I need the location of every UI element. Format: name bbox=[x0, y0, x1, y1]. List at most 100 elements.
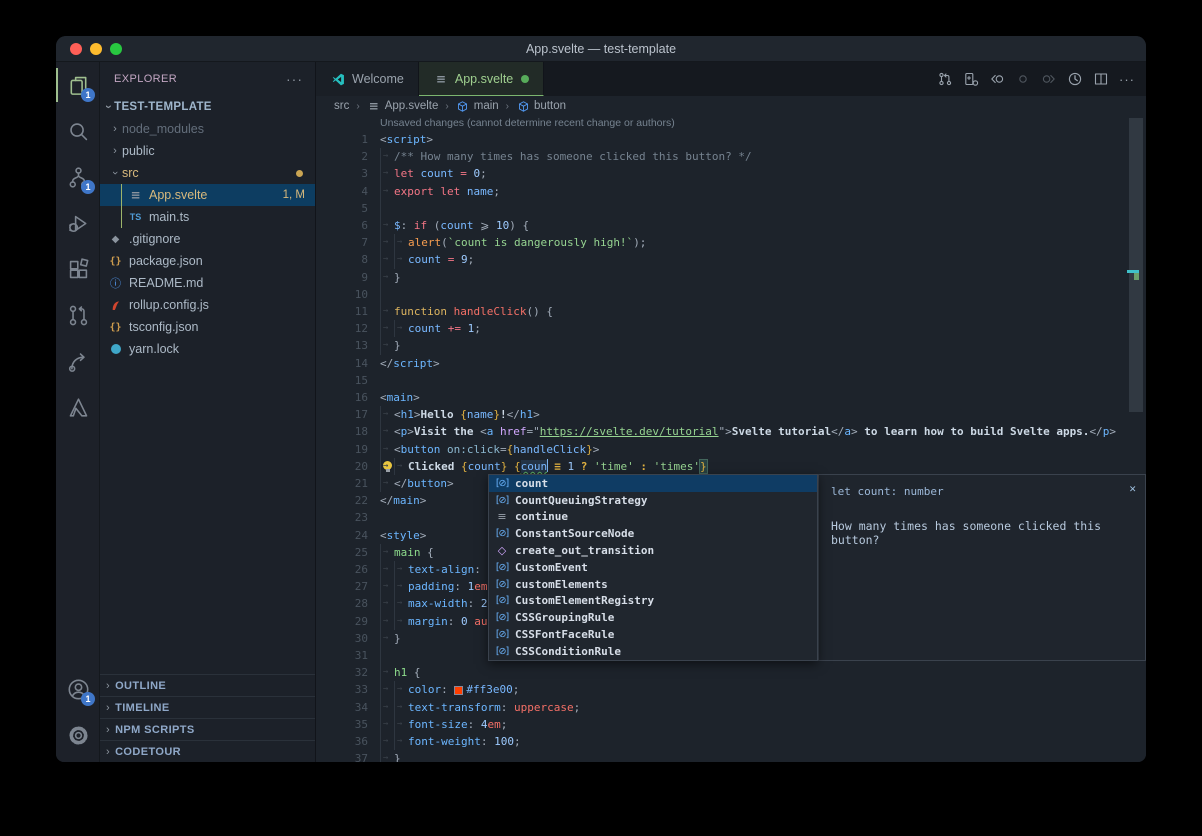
editor-scrollbar[interactable] bbox=[1125, 116, 1146, 762]
tab-welcome[interactable]: Welcome bbox=[316, 62, 419, 96]
code-line-11[interactable]: 11→function handleClick() { bbox=[316, 303, 1146, 320]
suggestion-customevent[interactable]: [⊘]CustomEvent bbox=[489, 559, 817, 576]
tree-item-tsconfig-json[interactable]: {}tsconfig.json bbox=[100, 316, 315, 338]
code-line-1[interactable]: 1<script> bbox=[316, 131, 1146, 148]
code-line-18[interactable]: 18→<p>Visit the <a href="https://svelte.… bbox=[316, 423, 1146, 440]
code-line-33[interactable]: 33→→color: #ff3e00; bbox=[316, 681, 1146, 698]
close-icon[interactable]: ✕ bbox=[1129, 482, 1136, 495]
breadcrumb-button[interactable]: button bbox=[516, 99, 566, 113]
source-control-graph-button[interactable] bbox=[932, 66, 958, 92]
code-line-2[interactable]: 2→/** How many times has someone clicked… bbox=[316, 148, 1146, 165]
code-line-8[interactable]: 8→→count = 9; bbox=[316, 251, 1146, 268]
explorer-more-actions[interactable]: ··· bbox=[286, 62, 303, 96]
more-actions-button[interactable]: ··· bbox=[1114, 66, 1140, 92]
line-number: 22 bbox=[316, 492, 368, 509]
code-line-14[interactable]: 14</script> bbox=[316, 355, 1146, 372]
vscode-window: App.svelte — test-template 11 1 EXPLORER… bbox=[56, 36, 1146, 762]
code-line-4[interactable]: 4→export let name; bbox=[316, 183, 1146, 200]
section-outline[interactable]: ›OUTLINE bbox=[100, 674, 315, 696]
indent-guide: → bbox=[380, 423, 394, 440]
code-line-7[interactable]: 7→→alert(`count is dangerously high!`); bbox=[316, 234, 1146, 251]
tree-item-yarn-lock[interactable]: yarn.lock bbox=[100, 338, 315, 360]
code-line-6[interactable]: 6→$: if (count ⩾ 10) { bbox=[316, 217, 1146, 234]
code-token: ( bbox=[441, 236, 448, 249]
section-codetour[interactable]: ›CODETOUR bbox=[100, 740, 315, 762]
code-line-9[interactable]: 9→} bbox=[316, 269, 1146, 286]
activity-search[interactable] bbox=[56, 108, 100, 154]
code-line-37[interactable]: 37→} bbox=[316, 750, 1146, 762]
suggestion-cssgroupingrule[interactable]: [⊘]CSSGroupingRule bbox=[489, 609, 817, 626]
tree-item-node-modules[interactable]: ›node_modules bbox=[100, 118, 315, 140]
suggestion-customelements[interactable]: [⊘]customElements bbox=[489, 576, 817, 593]
code-line-13[interactable]: 13→} bbox=[316, 337, 1146, 354]
navigate-back-button[interactable] bbox=[984, 66, 1010, 92]
ts-file-icon: TS bbox=[128, 210, 143, 225]
suggestion-continue[interactable]: ≡continue bbox=[489, 509, 817, 526]
code-line-32[interactable]: 32→h1 { bbox=[316, 664, 1146, 681]
suggestion-create_out_transition[interactable]: ◇create_out_transition bbox=[489, 542, 817, 559]
color-swatch[interactable] bbox=[454, 686, 463, 695]
code-token: let bbox=[394, 167, 421, 180]
tree-item-readme-md[interactable]: ⓘREADME.md bbox=[100, 272, 315, 294]
code-line-35[interactable]: 35→→font-size: 4em; bbox=[316, 716, 1146, 733]
tree-item-package-json[interactable]: {}package.json bbox=[100, 250, 315, 272]
split-editor-button[interactable] bbox=[1088, 66, 1114, 92]
navigate-forward-button[interactable] bbox=[1036, 66, 1062, 92]
code-line-19[interactable]: 19→<button on:click={handleClick}> bbox=[316, 441, 1146, 458]
diamond-file-icon: ◆ bbox=[108, 232, 123, 247]
code-editor[interactable]: Unsaved changes (cannot determine recent… bbox=[316, 116, 1146, 762]
activity-explorer[interactable]: 1 bbox=[56, 62, 100, 108]
run-button[interactable] bbox=[1062, 66, 1088, 92]
code-line-12[interactable]: 12→→count += 1; bbox=[316, 320, 1146, 337]
code-line-15[interactable]: 15 bbox=[316, 372, 1146, 389]
line-number: 37 bbox=[316, 750, 368, 762]
suggestion-cssconditionrule[interactable]: [⊘]CSSConditionRule bbox=[489, 643, 817, 660]
breadcrumb: src›≡App.svelte›main›button bbox=[316, 96, 1146, 116]
activity-azure[interactable] bbox=[56, 384, 100, 430]
activity-accounts[interactable]: 1 bbox=[56, 666, 100, 712]
breadcrumb-main[interactable]: main bbox=[456, 99, 499, 113]
section-npm-scripts[interactable]: ›NPM SCRIPTS bbox=[100, 718, 315, 740]
activity-settings[interactable] bbox=[56, 712, 100, 758]
code-line-34[interactable]: 34→→text-transform: uppercase; bbox=[316, 699, 1146, 716]
code-line-17[interactable]: 17→<h1>Hello {name}!</h1> bbox=[316, 406, 1146, 423]
current-position-button[interactable] bbox=[1010, 66, 1036, 92]
activity-run-and-debug[interactable] bbox=[56, 200, 100, 246]
tab-app-svelte[interactable]: ≡App.svelte bbox=[419, 62, 544, 96]
suggestion-cssfontfacerule[interactable]: [⊘]CSSFontFaceRule bbox=[489, 626, 817, 643]
suggestion-count[interactable]: [⊘]count bbox=[489, 475, 817, 492]
suggestion-countqueuingstrategy[interactable]: [⊘]CountQueuingStrategy bbox=[489, 492, 817, 509]
suggestion-customelementregistry[interactable]: [⊘]CustomElementRegistry bbox=[489, 593, 817, 610]
tree-item-main-ts[interactable]: TSmain.ts bbox=[100, 206, 315, 228]
code-token: ; bbox=[513, 683, 520, 696]
code-line-20[interactable]: 20→→Clicked {count} {coun ≡ 1 ? 'time' :… bbox=[316, 458, 1146, 475]
activity-source-control[interactable]: 1 bbox=[56, 154, 100, 200]
section-timeline[interactable]: ›TIMELINE bbox=[100, 696, 315, 718]
yarn-file-icon bbox=[108, 342, 123, 357]
activity-live-share[interactable] bbox=[56, 338, 100, 384]
open-changes-button[interactable] bbox=[958, 66, 984, 92]
code-line-3[interactable]: 3→let count = 0; bbox=[316, 165, 1146, 182]
tree-item--gitignore[interactable]: ◆.gitignore bbox=[100, 228, 315, 250]
indent-guide: → bbox=[380, 337, 394, 354]
code-line-10[interactable]: 10 bbox=[316, 286, 1146, 303]
activity-extensions[interactable] bbox=[56, 246, 100, 292]
scrollbar-thumb[interactable] bbox=[1129, 118, 1143, 412]
project-root-folder[interactable]: › TEST-TEMPLATE bbox=[100, 96, 315, 118]
tree-item-app-svelte[interactable]: ≡App.svelte1, M bbox=[100, 184, 315, 206]
codelens-unsaved-changes[interactable]: Unsaved changes (cannot determine recent… bbox=[380, 117, 675, 129]
code-line-16[interactable]: 16<main> bbox=[316, 389, 1146, 406]
breadcrumb-app-svelte[interactable]: ≡App.svelte bbox=[367, 99, 439, 113]
breadcrumb-src[interactable]: src bbox=[334, 100, 349, 112]
titlebar[interactable]: App.svelte — test-template bbox=[56, 36, 1146, 62]
activity-github-pull-requests[interactable] bbox=[56, 292, 100, 338]
code-line-36[interactable]: 36→→font-weight: 100; bbox=[316, 733, 1146, 750]
code-token: > bbox=[851, 425, 858, 438]
suggestion-label: continue bbox=[515, 510, 568, 523]
tree-item-src[interactable]: ›src bbox=[100, 162, 315, 184]
autocomplete-detail-panel: let count: number How many times has som… bbox=[818, 474, 1146, 661]
suggestion-constantsourcenode[interactable]: [⊘]ConstantSourceNode bbox=[489, 525, 817, 542]
code-line-5[interactable]: 5 bbox=[316, 200, 1146, 217]
tree-item-public[interactable]: ›public bbox=[100, 140, 315, 162]
tree-item-rollup-config-js[interactable]: rollup.config.js bbox=[100, 294, 315, 316]
